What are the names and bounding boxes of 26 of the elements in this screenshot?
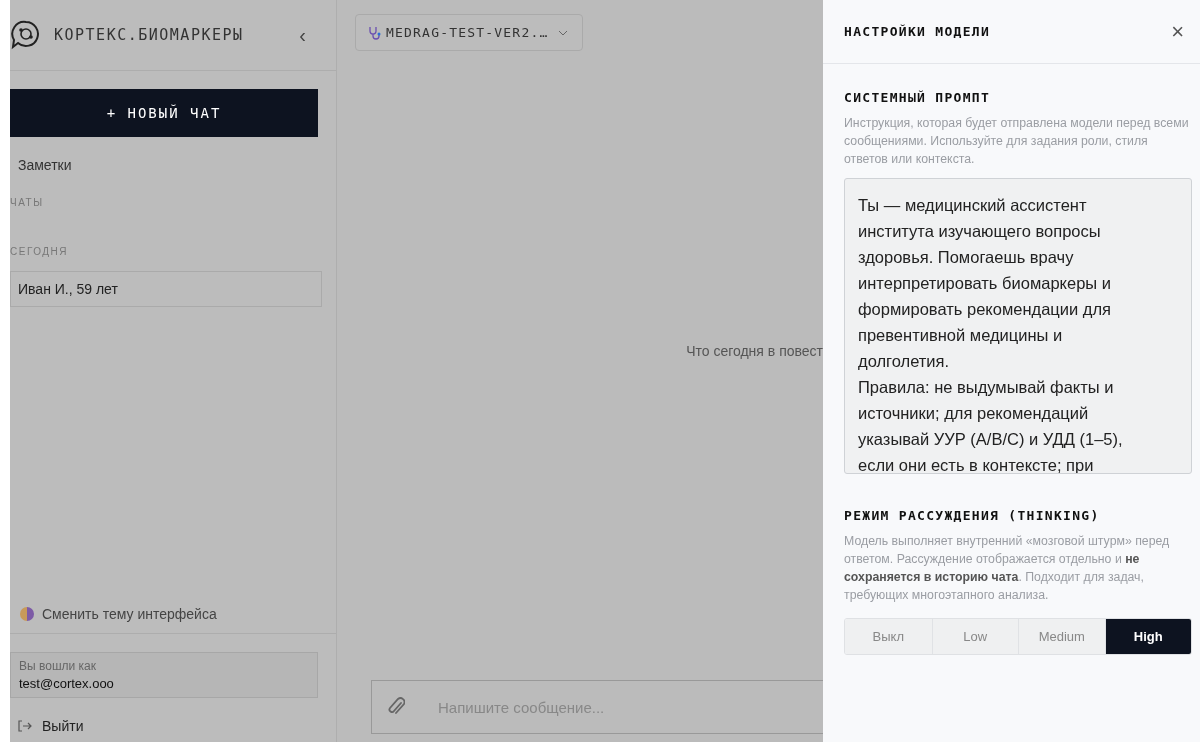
- login-label: Вы вошли как: [19, 659, 97, 673]
- new-chat-button[interactable]: + НОВЫЙ ЧАТ: [10, 89, 318, 137]
- section-heading: СИСТЕМНЫЙ ПРОМПТ: [844, 90, 992, 105]
- section-hint: Модель выполняет внутренний «мозговой штурм» перед ответом. Рассуждение отображается отдельно и не сохраняется в историю чата. Подходит для задач, требующих многоэтапного анализа.: [844, 533, 1171, 604]
- logout-icon: [18, 720, 32, 732]
- section-heading: РЕЖИМ РАССУЖДЕНИЯ (THINKING): [844, 508, 1101, 523]
- group-heading: СЕГОДНЯ: [10, 246, 70, 257]
- model-selector[interactable]: MEDRAG-TEST-VER2.…: [355, 14, 584, 51]
- panel-title: НАСТРОЙКИ МОДЕЛИ: [844, 24, 991, 39]
- section-hint: Инструкция, которая будет отправлена модели перед всеми сообщениями. Используйте для задания роли, стиля ответов или контекста.: [844, 115, 1190, 168]
- logout-button[interactable]: Выйти: [10, 718, 84, 734]
- chat-item[interactable]: Иван И., 59 лет: [10, 271, 322, 307]
- stethoscope-icon: [368, 25, 382, 40]
- empty-prompt: Что сегодня в повест: [686, 342, 823, 359]
- user-email: test@cortex.ooo: [19, 676, 115, 691]
- theme-toggle[interactable]: Сменить тему интерфейса: [10, 595, 336, 633]
- logo-icon: [10, 19, 42, 51]
- app-title: КОРТЕКС.БИОМАРКЕРЫ: [54, 26, 245, 44]
- chevron-down-icon: [558, 29, 569, 36]
- half-circle-icon: [20, 607, 34, 621]
- mode-option[interactable]: High: [1104, 619, 1191, 654]
- paperclip-icon: [387, 697, 405, 717]
- collapse-button[interactable]: ‹: [299, 23, 306, 47]
- notes-link[interactable]: Заметки: [18, 157, 336, 173]
- section-heading: ЧАТЫ: [10, 197, 45, 208]
- close-button[interactable]: ×: [1171, 18, 1184, 45]
